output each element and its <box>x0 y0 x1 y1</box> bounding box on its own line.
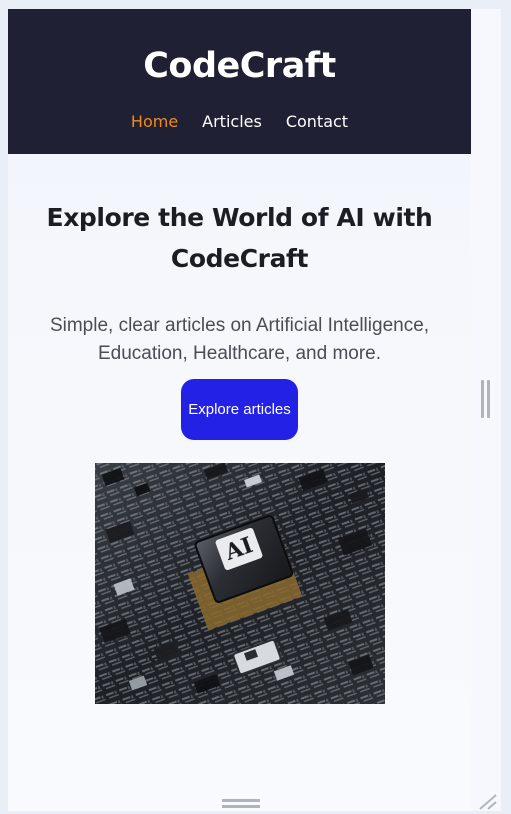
hero-title: Explore the World of AI with CodeCraft <box>46 202 433 273</box>
hero-subtitle: Simple, clear articles on Artificial Int… <box>49 315 430 364</box>
site-header: CodeCraft Home Articles Contact <box>8 9 471 154</box>
nav-home-link[interactable]: Home <box>131 110 178 134</box>
nav-contact-link[interactable]: Contact <box>286 110 348 134</box>
grip-horizontal-icon[interactable] <box>222 799 260 808</box>
page-viewport: CodeCraft Home Articles Contact Explore … <box>8 9 471 811</box>
site-logo-text[interactable]: CodeCraft <box>8 43 471 89</box>
main-nav: Home Articles Contact <box>8 110 471 134</box>
grip-vertical-icon[interactable] <box>481 380 490 418</box>
hero-image-ai-chip: AI <box>95 463 385 704</box>
explore-articles-button[interactable]: Explore articles <box>181 379 298 440</box>
nav-articles-link[interactable]: Articles <box>202 110 262 134</box>
resize-corner-icon[interactable] <box>476 792 498 810</box>
